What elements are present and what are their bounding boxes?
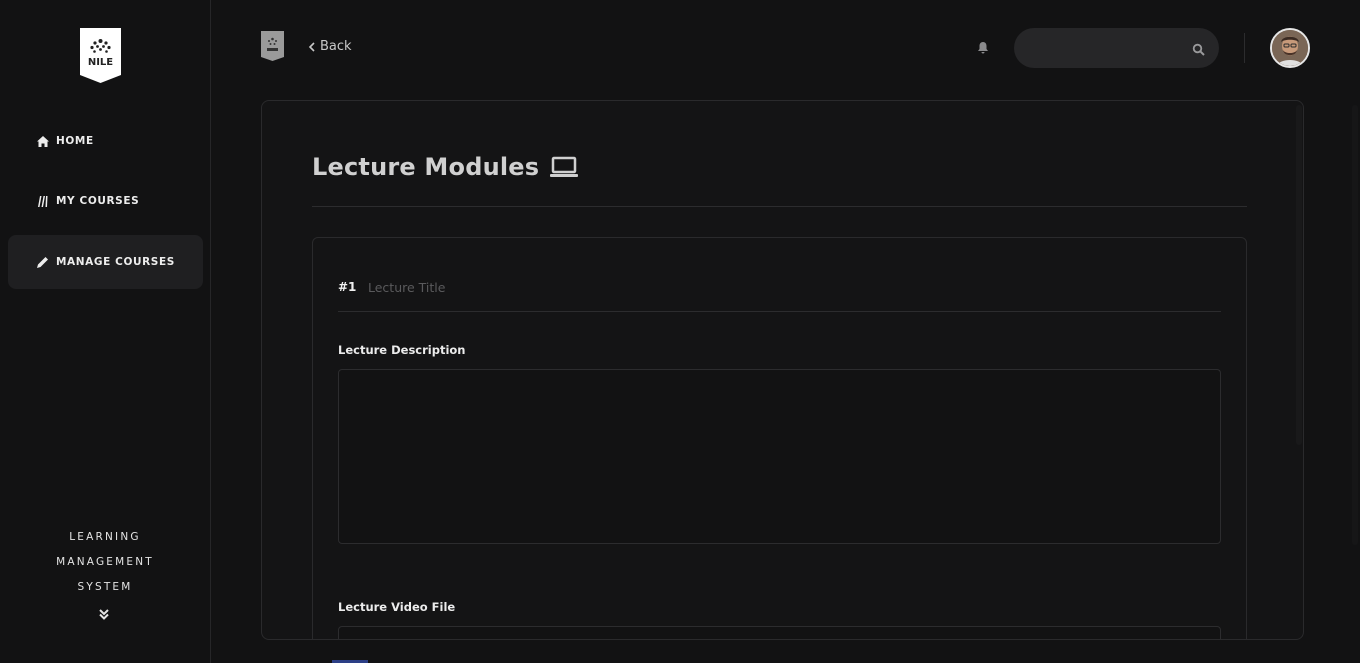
lms-footer-line-3: SYSTEM [77,581,133,593]
user-avatar[interactable] [1270,28,1310,68]
sidebar: NILE HOME MY COURSES MANAGE COURSES LEAR… [0,0,211,663]
books-icon [36,194,50,208]
double-chevron-down-icon[interactable] [97,606,111,620]
sidebar-item-label: MANAGE COURSES [56,256,175,268]
pencil-icon [36,255,50,269]
sidebar-item-manage-courses[interactable]: MANAGE COURSES [8,235,203,289]
page-scrollbar[interactable] [1352,105,1358,545]
search-input[interactable] [1014,28,1219,68]
svg-text:NILE: NILE [88,57,113,68]
page-title-text: Lecture Modules [312,153,540,181]
module-number: #1 [338,280,357,294]
lms-footer-line-1: LEARNING [69,531,141,543]
title-divider [312,206,1247,207]
search-icon[interactable] [1192,41,1205,56]
back-link[interactable]: Back [308,39,352,54]
chevron-left-icon [308,41,315,52]
panel-scrollbar[interactable] [1296,105,1302,445]
mini-logo [261,31,284,61]
lecture-modules-panel: Lecture Modules #1 Lecture Description L… [261,100,1304,640]
lecture-description-textarea[interactable] [338,369,1221,544]
sidebar-item-label: HOME [56,135,94,147]
laptop-icon [550,156,579,177]
lms-footer-line-2: MANAGEMENT [56,556,154,568]
header-divider [1244,33,1245,63]
bell-icon[interactable] [976,40,990,54]
nile-logo[interactable]: NILE [80,28,121,83]
back-label: Back [320,39,352,54]
lecture-video-file-input[interactable] [338,626,1221,639]
lecture-description-label: Lecture Description [338,343,466,357]
module-title-divider [338,311,1221,312]
home-icon [36,134,50,148]
lecture-video-label: Lecture Video File [338,600,456,614]
page-title: Lecture Modules [312,153,579,181]
sidebar-item-home[interactable]: HOME [8,114,203,168]
lecture-module-card: #1 Lecture Description Lecture Video Fil… [312,237,1247,639]
sidebar-item-my-courses[interactable]: MY COURSES [8,174,203,228]
lecture-title-input[interactable] [368,276,968,298]
sidebar-item-label: MY COURSES [56,195,140,207]
